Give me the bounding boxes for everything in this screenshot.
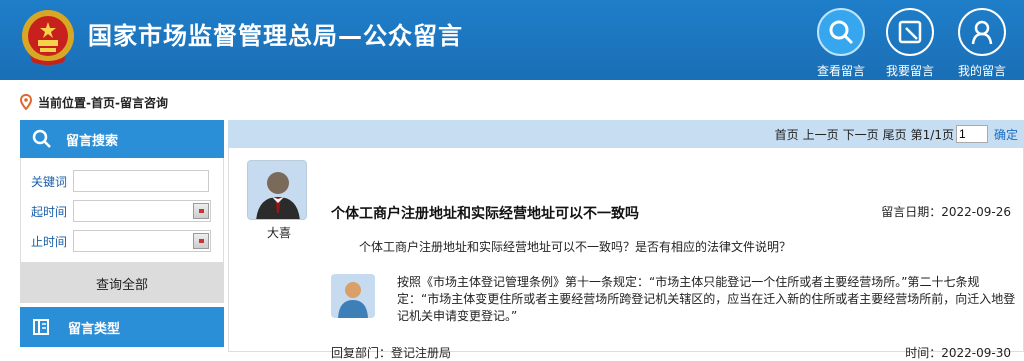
question-title: 个体工商户注册地址和实际经营地址可以不一致吗: [331, 206, 639, 222]
search-panel-title: 留言搜索: [66, 133, 119, 149]
first-page-link[interactable]: 首页: [775, 126, 799, 143]
nav-label: 查看留言: [816, 64, 865, 78]
breadcrumb: 当前位置-首页-留言咨询: [20, 92, 168, 112]
view-messages-button[interactable]: 查看留言: [809, 8, 873, 80]
businessman-avatar-icon: [248, 161, 306, 219]
reply-avatar: [331, 274, 375, 318]
prev-page-link[interactable]: 上一页: [803, 126, 839, 143]
calendar-icon[interactable]: [193, 203, 209, 219]
question-date: 留言日期：2022-09-26: [881, 205, 1011, 219]
message-type-header[interactable]: 留言类型: [20, 307, 224, 347]
end-date-input[interactable]: [73, 230, 211, 252]
leave-message-button[interactable]: 我要留言: [878, 8, 942, 80]
calendar-icon[interactable]: [193, 233, 209, 249]
site-title: 国家市场监督管理总局—公众留言: [88, 22, 463, 50]
page-number-input[interactable]: [955, 125, 988, 143]
next-page-link[interactable]: 下一页: [843, 126, 879, 143]
nav-label: 我的留言: [957, 64, 1006, 78]
reply-department: 回复部门：登记注册局: [331, 346, 452, 360]
national-emblem-icon: [22, 10, 74, 65]
breadcrumb-text: 当前位置-首页-留言咨询: [38, 95, 168, 110]
reply-time: 时间：2022-09-30: [905, 346, 1011, 360]
asker-info: 大喜: [247, 160, 311, 241]
message-type-title: 留言类型: [68, 321, 121, 337]
start-date-input[interactable]: [73, 200, 211, 222]
keyword-label: 关键词: [31, 174, 68, 189]
message-card: 大喜 个体工商户注册地址和实际经营地址可以不一致吗 留言日期：2022-09-2…: [228, 148, 1024, 360]
pagination: 首页 上一页 下一页 尾页 第1/1页 确定: [228, 120, 1024, 148]
my-messages-button[interactable]: 我的留言: [950, 8, 1014, 80]
main-content: 首页 上一页 下一页 尾页 第1/1页 确定 大喜 个体工商户注册地址和实际经营…: [228, 120, 1024, 360]
person-avatar-icon: [331, 274, 375, 318]
asker-name: 大喜: [266, 226, 291, 240]
asker-avatar: [247, 160, 307, 220]
question-body: 个体工商户注册地址和实际经营地址可以不一致吗？是否有相应的法律文件说明？: [359, 240, 792, 254]
keyword-input[interactable]: [73, 170, 209, 192]
search-icon: [829, 20, 854, 45]
sidebar: 留言搜索 关键词 起时间 止时间 查询全部 留言类型: [20, 120, 224, 352]
book-icon: [33, 319, 49, 335]
query-all-button[interactable]: 查询全部: [20, 263, 224, 303]
end-date-label: 止时间: [31, 234, 68, 249]
user-icon: [971, 20, 993, 45]
start-date-label: 起时间: [31, 204, 68, 219]
confirm-page-button[interactable]: 确定: [994, 126, 1018, 143]
search-panel-header: 留言搜索: [20, 120, 224, 158]
reply-text: 按照《市场主体登记管理条例》第十一条规定：“市场主体只能登记一个住所或者主要经营…: [397, 275, 1016, 323]
search-form: 关键词 起时间 止时间: [20, 158, 224, 263]
nav-label: 我要留言: [885, 64, 934, 78]
search-icon: [32, 129, 51, 148]
last-page-link[interactable]: 尾页: [883, 126, 907, 143]
page-info: 第1/1页: [910, 127, 954, 142]
header: 国家市场监督管理总局—公众留言 查看留言 我要留言 我的留言: [0, 0, 1024, 80]
location-pin-icon: [20, 94, 32, 110]
edit-icon: [898, 20, 922, 44]
